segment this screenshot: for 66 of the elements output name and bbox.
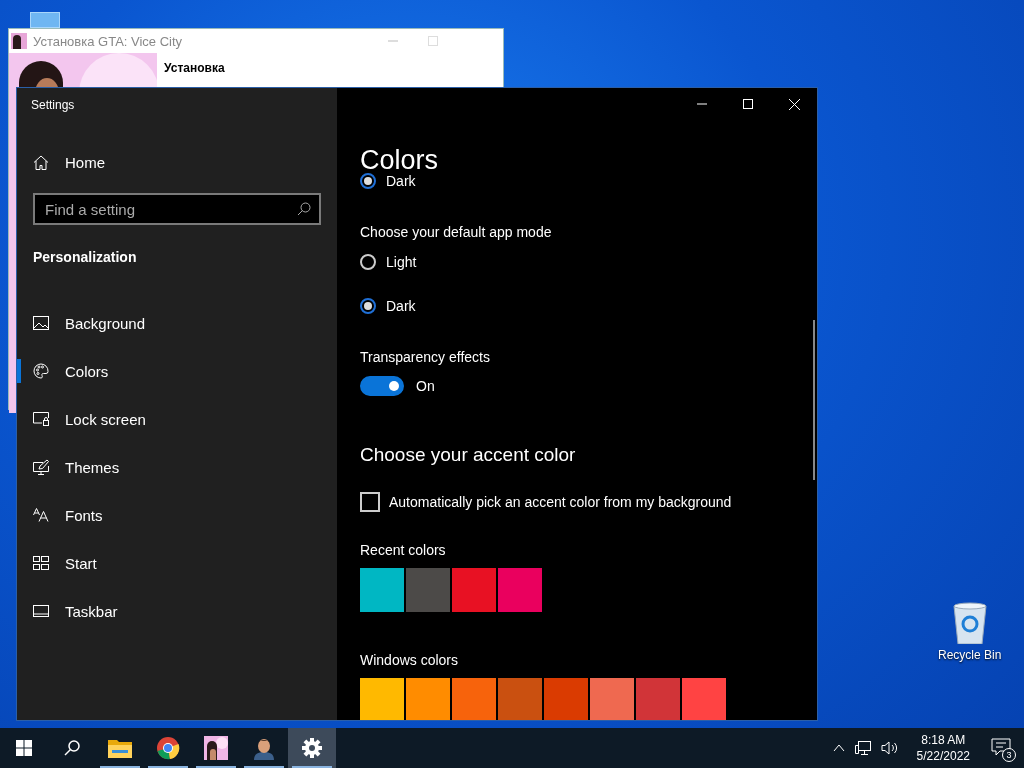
installer-heading: Установка [164, 61, 225, 75]
color-swatch[interactable] [498, 568, 542, 612]
nav-item[interactable]: Background [17, 299, 337, 347]
toggle-state: On [416, 378, 435, 394]
home-link[interactable]: Home [33, 148, 105, 177]
color-swatch[interactable] [360, 678, 404, 720]
desktop-icon-label: Recycle Bin [938, 648, 1002, 662]
color-swatch[interactable] [590, 678, 634, 720]
fonts-icon [33, 508, 49, 522]
color-swatch[interactable] [682, 678, 726, 720]
message-icon [991, 737, 1011, 756]
notifications-button[interactable]: 3 [988, 736, 1014, 760]
radio-button[interactable]: Light [360, 251, 817, 273]
lock-screen-icon [33, 412, 49, 426]
nav-item[interactable]: Lock screen [17, 395, 337, 443]
chevron-up-icon[interactable] [832, 744, 845, 752]
window-title: Установка GTA: Vice City [33, 33, 183, 49]
scrollbar[interactable] [813, 320, 815, 480]
settings-icon [302, 738, 322, 758]
home-icon [33, 155, 49, 170]
color-swatch[interactable] [544, 678, 588, 720]
window-title: Settings [30, 97, 76, 114]
nav-item[interactable]: Taskbar [17, 587, 337, 635]
windows-logo-icon [16, 740, 32, 756]
color-swatch[interactable] [452, 678, 496, 720]
color-swatch[interactable] [406, 678, 450, 720]
group-label: Windows colors [360, 652, 460, 668]
nav-item[interactable]: Colors [17, 347, 337, 395]
clock[interactable]: 8:18 AM 5/22/2022 [916, 732, 970, 764]
app-icon [11, 33, 27, 49]
folder-icon [108, 738, 132, 758]
group-label: Transparency effects [360, 349, 491, 365]
nav-item[interactable]: Start [17, 539, 337, 587]
picture-icon [33, 316, 49, 330]
browser-icon [156, 736, 180, 760]
maximize-icon [743, 99, 753, 109]
search-icon [297, 202, 311, 216]
shortcut-icon[interactable] [30, 12, 60, 28]
group-label: Recent colors [360, 542, 447, 558]
maximize-icon[interactable] [427, 35, 439, 47]
close-icon [788, 98, 800, 110]
themes-icon [33, 459, 49, 475]
search-icon [64, 740, 80, 756]
taskbar-app[interactable] [288, 728, 336, 768]
recycle-bin-icon[interactable] [951, 602, 988, 644]
taskbar-icon [33, 605, 49, 617]
section-heading: Choose your accent color [360, 444, 577, 466]
color-swatch[interactable] [406, 568, 450, 612]
palette-icon [33, 363, 49, 379]
color-swatch[interactable] [498, 678, 542, 720]
network-icon[interactable] [854, 741, 871, 755]
search-field[interactable]: Find a setting [33, 193, 321, 225]
person-icon [253, 736, 275, 760]
checkbox[interactable]: Automatically pick an accent color from my background [360, 492, 732, 512]
start-icon [33, 556, 49, 570]
section-heading: Personalization [33, 249, 138, 265]
color-swatch[interactable] [452, 568, 496, 612]
notification-count: 3 [1002, 748, 1016, 762]
nav-item[interactable]: Fonts [17, 491, 337, 539]
color-swatch[interactable] [636, 678, 680, 720]
group-label: Choose your default app mode [360, 224, 553, 240]
color-swatch[interactable] [360, 568, 404, 612]
radio-button[interactable]: Dark [360, 295, 817, 317]
toggle-switch[interactable] [360, 376, 404, 396]
nav-item[interactable]: Themes [17, 443, 337, 491]
speaker-icon[interactable] [880, 741, 899, 755]
